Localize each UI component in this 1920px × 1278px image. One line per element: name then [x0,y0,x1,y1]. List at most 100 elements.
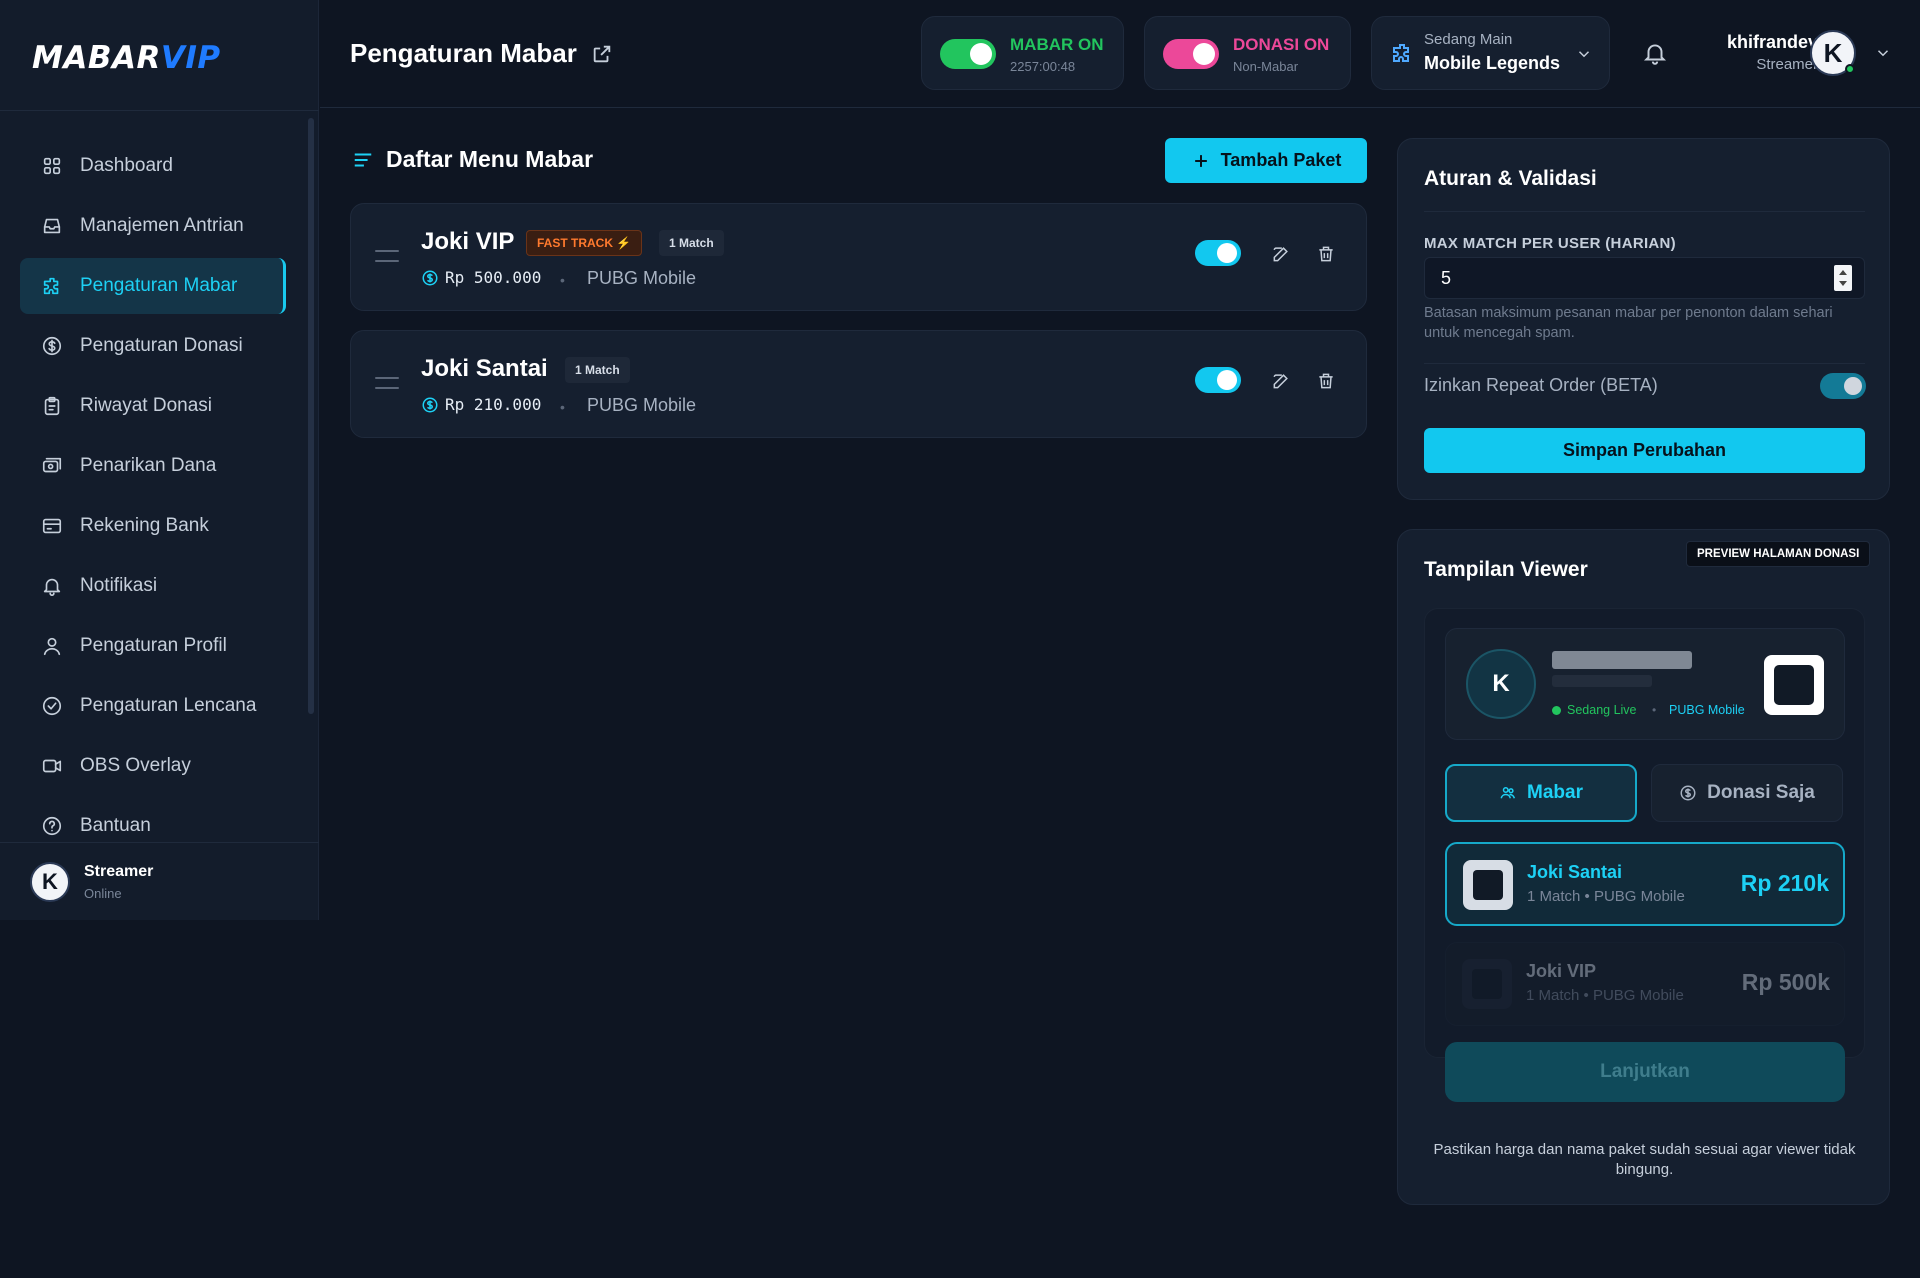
sidebar-item-penarikan-dana[interactable]: Penarikan Dana [20,438,286,494]
user-name: khifrandev [1726,32,1818,52]
page-title-text: Pengaturan Mabar [350,38,577,68]
bell-icon[interactable] [1642,40,1668,71]
viewer-preview: K Sedang Live • PUBG Mobile Mabar Donasi… [1424,608,1865,1102]
max-match-input[interactable]: 5 [1424,257,1865,299]
badge-check-icon [40,694,64,718]
sidebar-item-antrian[interactable]: Manajemen Antrian [20,198,286,254]
game-selector[interactable]: Sedang Main Mobile Legends [1371,16,1610,90]
page-title: Pengaturan Mabar [350,38,613,69]
viewer-package-option[interactable]: Joki Santai 1 Match • PUBG Mobile Rp 210… [1445,842,1845,926]
trash-icon[interactable] [1316,244,1336,264]
fast-track-badge: FAST TRACK ⚡ [526,230,643,256]
sidebar-item-label: Bantuan [80,815,151,836]
package-toggle[interactable] [1195,240,1241,266]
logo[interactable]: MABARVIP [32,30,221,86]
chevron-down-icon [1874,44,1892,67]
sidebar-item-label: Pengaturan Mabar [80,275,238,296]
inbox-icon [40,214,64,238]
rules-panel: Aturan & Validasi MAX MATCH PER USER (HA… [1397,138,1890,500]
logo-part-1: MABAR [32,40,161,76]
package-price: Rp 210k [1740,870,1829,896]
sidebar-item-label: Notifikasi [80,575,158,596]
match-badge: 1 Match [565,357,630,383]
separator-dot: • [560,272,565,288]
streamer-profile-card: K Sedang Live • PUBG Mobile [1445,628,1845,740]
rules-title: Aturan & Validasi [1424,167,1597,190]
viewer-package-option[interactable]: Joki VIP 1 Match • PUBG Mobile Rp 500k [1445,942,1845,1026]
user-role: Streamer [1756,56,1818,73]
save-button[interactable]: Simpan Perubahan [1424,428,1865,473]
plus-icon [1194,154,1207,167]
package-card: Joki VIP FAST TRACK ⚡ 1 Match Rp 500.000… [350,203,1367,311]
sidebar-item-pengaturan-lencana[interactable]: Pengaturan Lencana [20,678,286,734]
tab-donasi-saja[interactable]: Donasi Saja [1651,764,1843,822]
logo-part-2: VIP [160,40,221,76]
puzzle-icon [1390,41,1414,70]
sidebar-item-pengaturan-profil[interactable]: Pengaturan Profil [20,618,286,674]
continue-button[interactable]: Lanjutkan [1445,1042,1845,1102]
live-game: PUBG Mobile [1669,703,1745,717]
mabar-status-title: MABAR ON [1010,35,1104,54]
package-price-text: Rp 210.000 [445,395,542,414]
number-stepper[interactable] [1834,265,1852,291]
mabar-status-pill: MABAR ON 2257:00:48 [921,16,1124,90]
playing-game: Mobile Legends [1424,53,1561,73]
viewer-panel: Tampilan Viewer PREVIEW HALAMAN DONASI K… [1397,529,1890,1205]
tab-mabar-label: Mabar [1527,782,1583,803]
video-icon [40,754,64,778]
package-price-text: Rp 500.000 [445,268,542,287]
avatar: K [1466,649,1536,719]
package-name: Joki Santai [421,355,548,382]
donasi-status-title: DONASI ON [1233,35,1330,54]
name-skeleton [1552,651,1692,669]
sidebar-user-name: Streamer [84,863,154,880]
playing-label: Sedang Main [1424,31,1513,48]
section-title-text: Daftar Menu Mabar [386,146,594,172]
tab-mabar[interactable]: Mabar [1445,764,1637,822]
sidebar-item-notifikasi[interactable]: Notifikasi [20,558,286,614]
sidebar-item-riwayat-donasi[interactable]: Riwayat Donasi [20,378,286,434]
repeat-order-toggle[interactable] [1820,373,1866,399]
trash-icon[interactable] [1316,371,1336,391]
puzzle-icon [40,274,64,298]
drag-handle[interactable] [375,250,399,270]
donasi-status-sub: Non-Mabar [1233,59,1299,74]
dollar-circle-icon [422,270,438,285]
donasi-status-pill: DONASI ON Non-Mabar [1144,16,1351,90]
package-icon [1462,959,1512,1009]
donasi-toggle[interactable] [1163,39,1219,69]
add-package-label: Tambah Paket [1220,150,1342,170]
dollar-circle-icon [1680,785,1696,801]
package-game: PUBG Mobile [587,268,697,288]
sidebar-item-pengaturan-mabar[interactable]: Pengaturan Mabar [20,258,286,314]
mabar-timer: 2257:00:48 [1010,59,1076,74]
tab-donasi-label: Donasi Saja [1707,782,1815,803]
sidebar-item-label: Pengaturan Profil [80,635,227,656]
sidebar-item-label: OBS Overlay [80,755,191,776]
sidebar-item-pengaturan-donasi[interactable]: Pengaturan Donasi [20,318,286,374]
sidebar-user-status: Online [84,886,122,901]
repeat-order-label: Izinkan Repeat Order (BETA) [1424,375,1658,395]
sidebar-item-obs-overlay[interactable]: OBS Overlay [20,738,286,794]
sidebar-user[interactable]: K Streamer Online [0,842,319,920]
external-link-icon[interactable] [591,43,613,65]
package-toggle[interactable] [1195,367,1241,393]
add-package-button[interactable]: Tambah Paket [1165,138,1367,183]
sidebar-item-label: Penarikan Dana [80,455,217,476]
grid-icon [40,154,64,178]
edit-icon[interactable] [1271,371,1291,391]
package-price: Rp 500k [1741,969,1830,995]
edit-icon[interactable] [1271,244,1291,264]
preview-badge[interactable]: PREVIEW HALAMAN DONASI [1686,541,1871,567]
sidebar-item-rekening-bank[interactable]: Rekening Bank [20,498,286,554]
sidebar-scrollbar[interactable] [308,118,314,714]
sidebar-item-label: Pengaturan Donasi [80,335,243,356]
max-match-value: 5 [1441,267,1452,288]
chevron-down-icon [1575,45,1593,68]
mabar-toggle[interactable] [940,39,996,69]
drag-handle[interactable] [375,377,399,397]
sidebar-item-dashboard[interactable]: Dashboard [20,138,286,194]
subtitle-skeleton [1552,675,1652,687]
users-icon [1500,787,1516,799]
package-sub: 1 Match • PUBG Mobile [1526,987,1684,1004]
